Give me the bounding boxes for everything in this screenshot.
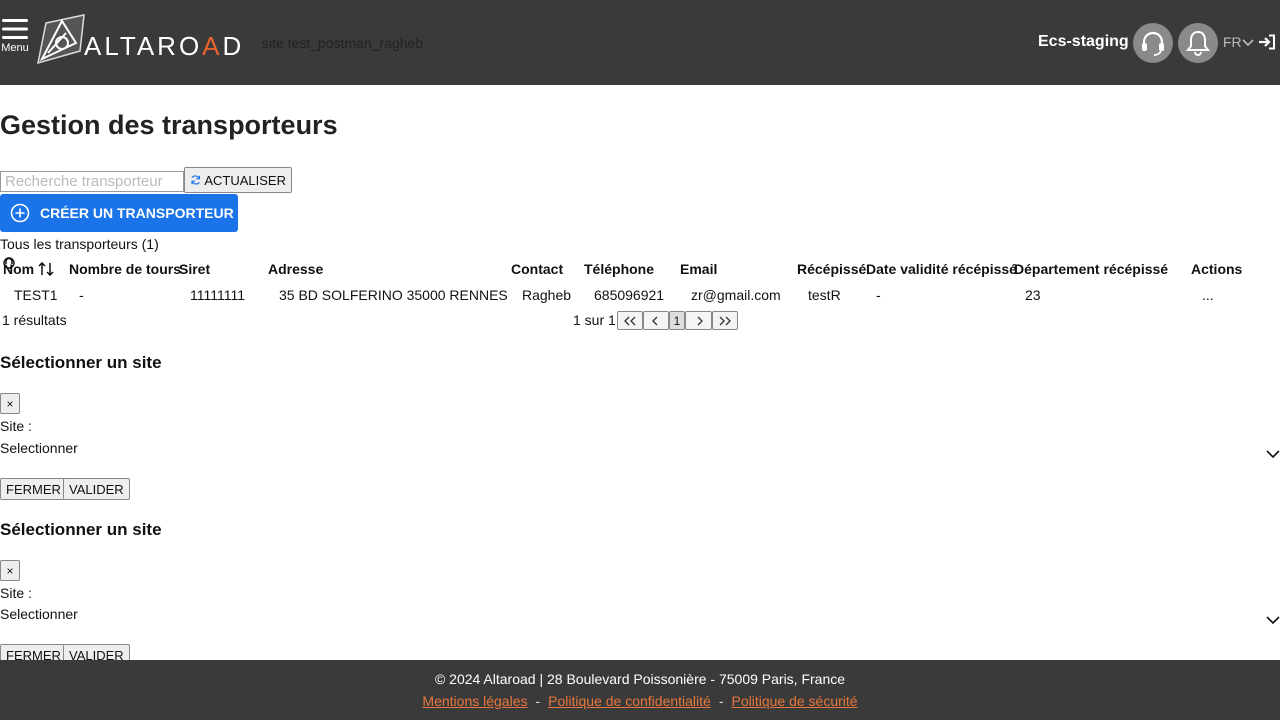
cell-date-validite: - (876, 287, 881, 303)
site-select[interactable]: Selectionner (0, 440, 1280, 456)
altaroad-logo[interactable]: ALTAROAD (36, 13, 254, 67)
sign-in-icon (1259, 34, 1275, 50)
search-input[interactable] (0, 171, 184, 192)
chevron-down-icon[interactable] (1266, 449, 1280, 459)
column-header-adresse[interactable]: Adresse (268, 261, 323, 277)
legal-notice-link[interactable]: Mentions légales (422, 693, 527, 709)
sort-icon (38, 261, 54, 277)
column-header-siret[interactable]: Siret (179, 261, 210, 277)
footer-separator: - (535, 693, 541, 709)
first-page-button[interactable] (617, 311, 643, 330)
language-label: FR (1223, 34, 1242, 50)
modal-title: Sélectionner un site (0, 353, 162, 372)
cell-nom: TEST1 (14, 287, 58, 303)
chevrons-right-icon (719, 316, 731, 325)
page-title: Gestion des transporteurs (0, 110, 338, 140)
page-indicator: 1 sur 1 (573, 312, 616, 328)
cell-recepisse: testR (808, 287, 841, 303)
menu-button[interactable]: Menu (0, 18, 30, 54)
row-actions-button[interactable]: ... (1202, 287, 1214, 303)
modal-close-button[interactable]: × (0, 560, 20, 581)
current-site-name[interactable]: site test_postman_ragheb (262, 35, 423, 51)
last-page-button[interactable] (712, 311, 738, 330)
carrier-count-label: Tous les transporteurs (1) (0, 236, 159, 252)
column-header-recepisse[interactable]: Récépissé (797, 261, 866, 277)
login-button[interactable] (1258, 34, 1276, 53)
security-policy-link[interactable]: Politique de sécurité (732, 693, 858, 709)
refresh-label: ACTUALISER (204, 172, 286, 188)
notifications-button[interactable] (1178, 23, 1218, 63)
hamburger-icon (2, 19, 28, 39)
column-header-contact[interactable]: Contact (511, 261, 563, 277)
column-header-actions: Actions (1191, 261, 1243, 277)
footer-separator: - (718, 693, 724, 709)
column-header-email[interactable]: Email (680, 261, 717, 277)
close-button[interactable]: FERMER (0, 478, 67, 500)
modal-close-button[interactable]: × (0, 393, 20, 414)
column-header-nombre-tours[interactable]: Nombre de tours (69, 261, 181, 277)
cell-nombre-tours: - (79, 287, 84, 303)
logo-mark-icon (37, 14, 85, 65)
column-header-departement[interactable]: Département récépissé (1014, 261, 1168, 277)
cell-contact: Ragheb (522, 287, 572, 303)
site-select[interactable]: Selectionner (0, 606, 1280, 622)
modal-title: Sélectionner un site (0, 520, 162, 539)
plus-circle-icon (10, 203, 30, 223)
bell-icon (1186, 30, 1210, 56)
environment-name: Ecs-staging (1038, 33, 1129, 50)
validate-button[interactable]: VALIDER (63, 478, 130, 500)
top-bar: Menu ALTAROAD site test_postman_ragheb E… (0, 0, 1280, 85)
privacy-policy-link[interactable]: Politique de confidentialité (548, 693, 711, 709)
chevron-down-icon (1242, 39, 1254, 47)
chevron-right-icon (697, 316, 703, 325)
cell-siret: 11111111 (190, 287, 246, 303)
results-count: 1 résultats (2, 312, 67, 328)
cell-adresse: 35 BD SOLFERINO 35000 RENNES (279, 287, 508, 303)
refresh-icon (191, 175, 200, 185)
prev-page-button[interactable] (643, 311, 669, 330)
create-carrier-label: CRÉER UN TRANSPORTEUR (40, 205, 234, 221)
chevron-down-icon[interactable] (1266, 615, 1280, 625)
language-selector[interactable]: FR (1223, 34, 1254, 50)
cell-departement: 23 (1025, 287, 1041, 303)
refresh-button[interactable]: ACTUALISER (184, 167, 292, 193)
site-field-label: Site : (0, 585, 32, 601)
footer-links: Mentions légales - Politique de confidenti… (0, 693, 1280, 709)
support-button[interactable] (1133, 23, 1173, 63)
site-field-label: Site : (0, 418, 32, 434)
footer: © 2024 Altaroad | 28 Boulevard Poissoniè… (0, 660, 1280, 720)
column-header-nom[interactable]: Nom (3, 261, 54, 277)
logo-text: ALTAROAD (84, 31, 245, 61)
column-header-telephone[interactable]: Téléphone (584, 261, 654, 277)
cell-telephone: 685096921 (594, 287, 665, 303)
footer-copyright: © 2024 Altaroad | 28 Boulevard Poissoniè… (434, 671, 846, 687)
create-carrier-button[interactable]: CRÉER UN TRANSPORTEUR (0, 194, 238, 232)
page-button-1[interactable]: 1 (669, 311, 685, 330)
chevron-left-icon (652, 316, 658, 325)
cell-email: zr@gmail.com (691, 287, 781, 303)
next-page-button[interactable] (685, 311, 712, 330)
menu-label: Menu (1, 42, 29, 54)
chevrons-left-icon (624, 316, 636, 325)
headset-icon (1142, 31, 1164, 56)
column-header-date-validite[interactable]: Date validité récépissé (866, 261, 1017, 277)
